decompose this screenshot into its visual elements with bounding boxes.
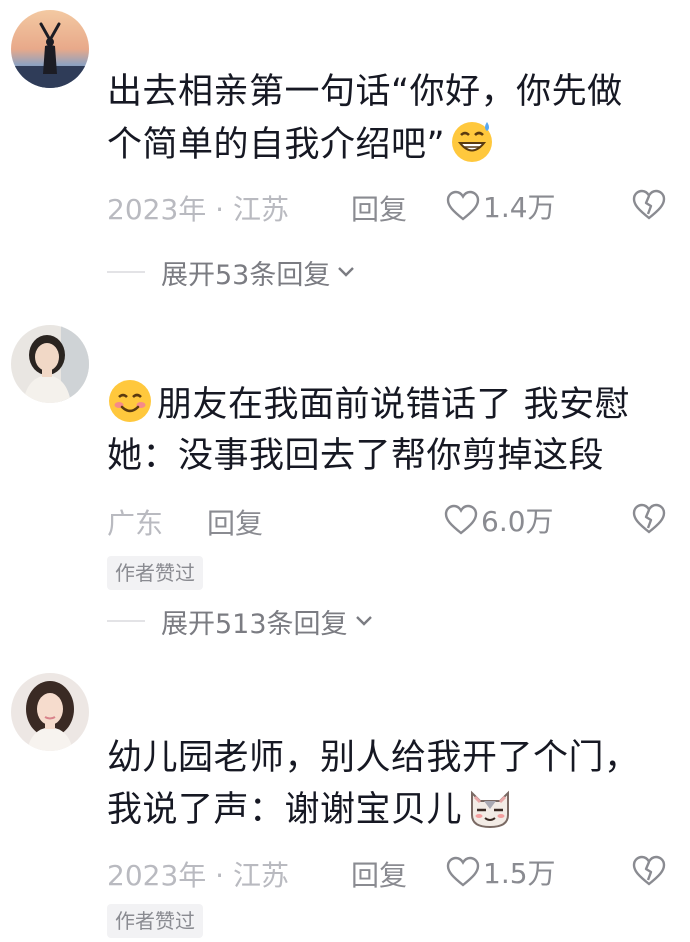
like-button[interactable]: 6.0万	[443, 500, 554, 540]
comment-meta: 2023年 · 江苏 回复 1.5万	[107, 852, 667, 892]
comment-text: 出去相亲第一句话“你好，你先做 个简单的自我介绍吧”	[107, 66, 667, 170]
dislike-button[interactable]	[631, 188, 667, 229]
avatar[interactable]	[11, 325, 89, 403]
reply-button[interactable]: 回复	[351, 854, 407, 894]
comment-meta: 广东 回复 6.0万	[107, 500, 667, 540]
like-count: 6.0万	[481, 505, 554, 538]
comment-line: 出去相亲第一句话“你好，你先做	[107, 72, 623, 112]
grinning-sweat-emoji	[449, 118, 495, 179]
reply-button[interactable]: 回复	[207, 502, 263, 542]
author-liked-badge: 作者赞过	[107, 556, 203, 590]
comment-location: 广东	[107, 507, 164, 540]
author-liked-badge: 作者赞过	[107, 904, 203, 938]
dislike-button[interactable]	[631, 854, 667, 895]
divider	[107, 271, 145, 273]
comment-meta: 2023年 · 江苏 回复 1.4万	[107, 186, 667, 226]
avatar-sunset-image	[11, 10, 89, 88]
chevron-down-icon	[338, 267, 355, 277]
comment-location: 2023年 · 江苏	[107, 859, 289, 892]
comment-line: 幼儿园老师，别人给我开了个门，	[107, 738, 640, 778]
comment-line: 我说了声：谢谢宝贝儿	[107, 790, 463, 830]
avatar-woman-image	[11, 673, 89, 751]
like-button[interactable]: 1.5万	[445, 852, 556, 892]
avatar-girl-image	[11, 325, 89, 403]
expand-replies-button[interactable]: 展开53条回复	[107, 252, 356, 292]
dislike-button[interactable]	[631, 502, 667, 543]
comment-text: 幼儿园老师，别人给我开了个门， 我说了声：谢谢宝贝儿	[107, 732, 667, 836]
like-count: 1.5万	[483, 857, 556, 890]
heart-icon	[446, 190, 480, 221]
broken-heart-icon	[632, 503, 666, 534]
comment-line: 个简单的自我介绍吧”	[107, 125, 446, 165]
comment-text: 朋友在我面前说错话了 我安慰 她：没事我回去了帮你剪掉这段	[107, 378, 667, 482]
expand-replies-button[interactable]: 展开513条回复	[107, 601, 374, 641]
heart-icon	[444, 504, 478, 535]
like-count: 1.4万	[483, 191, 556, 224]
broken-heart-icon	[632, 855, 666, 886]
like-button[interactable]: 1.4万	[445, 186, 556, 226]
comment-location: 2023年 · 江苏	[107, 193, 289, 226]
smug-cat-emoji	[466, 785, 514, 844]
expand-replies-label: 展开513条回复	[161, 608, 348, 640]
avatar[interactable]	[11, 10, 89, 88]
comment-line: 朋友在我面前说错话了 我安慰	[157, 385, 631, 425]
chevron-down-icon	[355, 616, 372, 626]
heart-icon	[446, 856, 480, 887]
broken-heart-icon	[632, 189, 666, 220]
avatar[interactable]	[11, 673, 89, 751]
divider	[107, 620, 145, 622]
expand-replies-label: 展开53条回复	[161, 259, 331, 291]
comment-line: 她：没事我回去了帮你剪掉这段	[107, 436, 605, 476]
reply-button[interactable]: 回复	[351, 188, 407, 228]
